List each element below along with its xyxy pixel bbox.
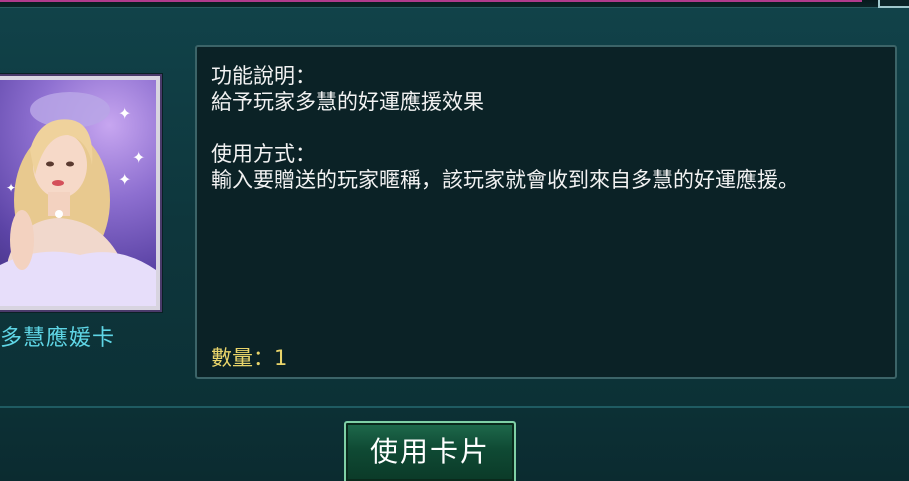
portrait-image: ✦ ✦ ✦ ✦ xyxy=(0,80,156,306)
top-right-frame xyxy=(878,0,909,8)
portrait-illustration xyxy=(0,92,156,306)
quantity-label: 數量：1 xyxy=(211,346,288,370)
usage-text: 輸入要贈送的玩家暱稱，該玩家就會收到來自多慧的好運應援。 xyxy=(211,168,799,192)
description-box: 功能說明： 給予玩家多慧的好運應援效果 使用方式： 輸入要贈送的玩家暱稱，該玩家… xyxy=(195,45,897,379)
top-accent-line xyxy=(0,0,862,2)
description-text: 功能說明： 給予玩家多慧的好運應援效果 使用方式： 輸入要贈送的玩家暱稱，該玩家… xyxy=(211,63,881,193)
usage-heading: 使用方式： xyxy=(211,142,316,166)
sparkle-icon: ✦ xyxy=(118,104,132,123)
function-text: 給予玩家多慧的好運應援效果 xyxy=(211,90,484,114)
use-card-button[interactable]: 使用卡片 xyxy=(344,421,516,481)
sparkle-icon: ✦ xyxy=(6,181,17,195)
sparkle-icon: ✦ xyxy=(118,170,132,189)
card-portrait-frame: ✦ ✦ ✦ ✦ xyxy=(0,74,162,312)
sparkle-icon: ✦ xyxy=(132,148,146,167)
function-heading: 功能說明： xyxy=(211,64,316,88)
card-name: 多慧應媛卡 xyxy=(0,326,116,351)
